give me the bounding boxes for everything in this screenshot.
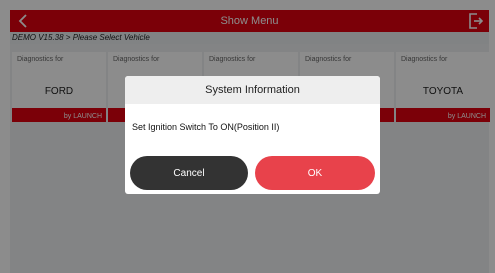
dialog-title: System Information (125, 76, 380, 104)
system-info-dialog: System Information Set Ignition Switch T… (125, 76, 380, 194)
screen: Show Menu DEMO V15.38 > Please Select Ve… (0, 0, 495, 273)
ok-button[interactable]: OK (255, 156, 375, 190)
dialog-message: Set Ignition Switch To ON(Position II) (132, 122, 280, 132)
cancel-button[interactable]: Cancel (130, 156, 248, 190)
